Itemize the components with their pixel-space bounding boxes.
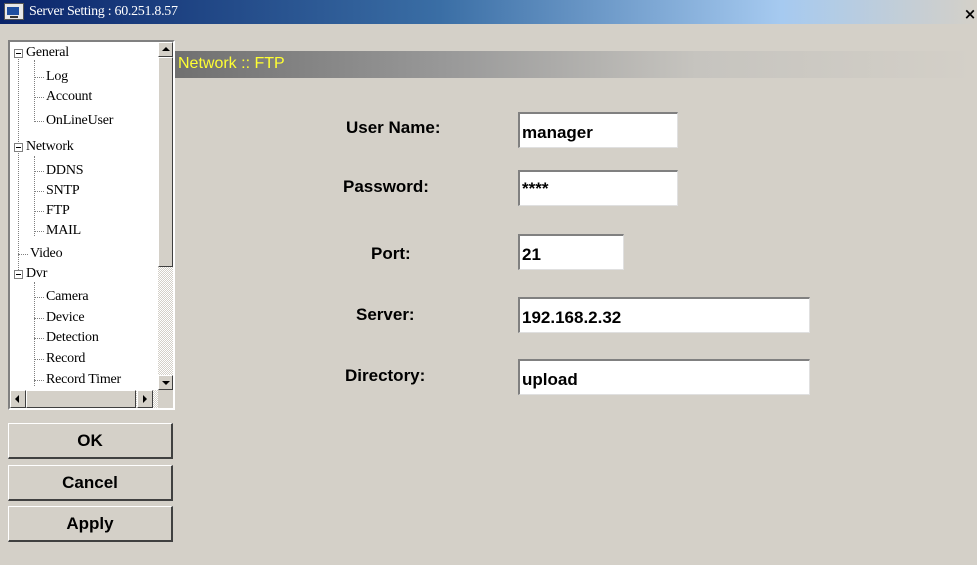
password-input[interactable] <box>520 172 677 205</box>
tree-item-general[interactable]: General <box>26 45 69 61</box>
tree-connector <box>34 121 44 122</box>
directory-label: Directory: <box>345 366 426 385</box>
collapse-network-icon[interactable] <box>14 143 23 152</box>
tree-item-record-timer[interactable]: Record Timer <box>46 372 121 388</box>
tree-item-detection[interactable]: Detection <box>46 330 99 346</box>
scroll-thumb[interactable] <box>26 390 136 408</box>
tree-connector <box>34 211 44 212</box>
user-name-input[interactable] <box>520 114 677 147</box>
section-title: Network :: FTP <box>178 55 285 72</box>
tree-connector <box>34 297 44 298</box>
port-field[interactable] <box>518 234 624 270</box>
tree-item-account[interactable]: Account <box>46 89 92 105</box>
user-name-field[interactable] <box>518 112 678 148</box>
password-field[interactable] <box>518 170 678 206</box>
tree-item-ddns[interactable]: DDNS <box>46 163 84 179</box>
server-field[interactable] <box>518 297 810 333</box>
tree-item-ftp[interactable]: FTP <box>46 203 70 219</box>
directory-field[interactable] <box>518 359 810 395</box>
scroll-left-button[interactable] <box>10 390 26 408</box>
ok-button[interactable]: OK <box>8 423 173 459</box>
window-title: Server Setting : 60.251.8.57 <box>29 4 178 19</box>
tree-item-dvr[interactable]: Dvr <box>26 266 47 282</box>
tree-item-camera[interactable]: Camera <box>46 289 89 305</box>
arrow-down-icon <box>162 381 170 385</box>
server-input[interactable] <box>520 299 809 332</box>
tree-connector <box>34 359 44 360</box>
collapse-dvr-icon[interactable] <box>14 270 23 279</box>
tree-connector <box>18 254 28 255</box>
tree-connector <box>34 318 44 319</box>
password-label: Password: <box>343 177 429 196</box>
server-setting-window: Server Setting : 60.251.8.57 × General L… <box>0 0 977 565</box>
server-label: Server: <box>356 305 415 324</box>
tree-connector <box>34 60 35 122</box>
tree-horizontal-scrollbar[interactable] <box>10 390 158 408</box>
close-icon[interactable]: × <box>963 6 977 22</box>
tree-connector <box>34 231 44 232</box>
tree-connector <box>34 380 44 381</box>
scrollbar-corner <box>158 390 173 408</box>
section-header: Network :: FTP <box>175 51 977 78</box>
tree-item-device[interactable]: Device <box>46 310 85 326</box>
tree-connector <box>34 338 44 339</box>
tree-connector <box>34 156 35 236</box>
cancel-button[interactable]: Cancel <box>8 465 173 501</box>
collapse-general-icon[interactable] <box>14 49 23 58</box>
arrow-up-icon <box>162 47 170 51</box>
scroll-up-button[interactable] <box>158 42 173 57</box>
directory-input[interactable] <box>520 361 809 394</box>
tree-item-sntp[interactable]: SNTP <box>46 183 80 199</box>
scroll-down-button[interactable] <box>158 375 173 390</box>
app-monitor-icon <box>4 3 24 20</box>
port-input[interactable] <box>520 236 623 269</box>
tree-items: General Log Account OnLineUser Network D… <box>10 42 158 390</box>
title-bar[interactable]: Server Setting : 60.251.8.57 × <box>0 0 977 24</box>
port-label: Port: <box>371 244 411 263</box>
tree-item-record[interactable]: Record <box>46 351 85 367</box>
scroll-right-button[interactable] <box>137 390 153 408</box>
tree-item-video[interactable]: Video <box>30 246 63 262</box>
arrow-left-icon <box>15 395 19 403</box>
scroll-thumb[interactable] <box>158 57 173 267</box>
arrow-right-icon <box>143 395 147 403</box>
tree-item-log[interactable]: Log <box>46 69 68 85</box>
tree-vertical-scrollbar[interactable] <box>158 42 173 390</box>
tree-item-onlineuser[interactable]: OnLineUser <box>46 113 113 129</box>
tree-connector <box>34 191 44 192</box>
settings-tree[interactable]: General Log Account OnLineUser Network D… <box>8 40 175 410</box>
tree-connector <box>34 171 44 172</box>
tree-item-network[interactable]: Network <box>26 139 74 155</box>
tree-item-mail[interactable]: MAIL <box>46 223 81 239</box>
tree-connector <box>34 97 44 98</box>
tree-connector <box>18 53 19 274</box>
tree-connector <box>34 77 44 78</box>
user-name-label: User Name: <box>346 118 441 137</box>
apply-button[interactable]: Apply <box>8 506 173 542</box>
